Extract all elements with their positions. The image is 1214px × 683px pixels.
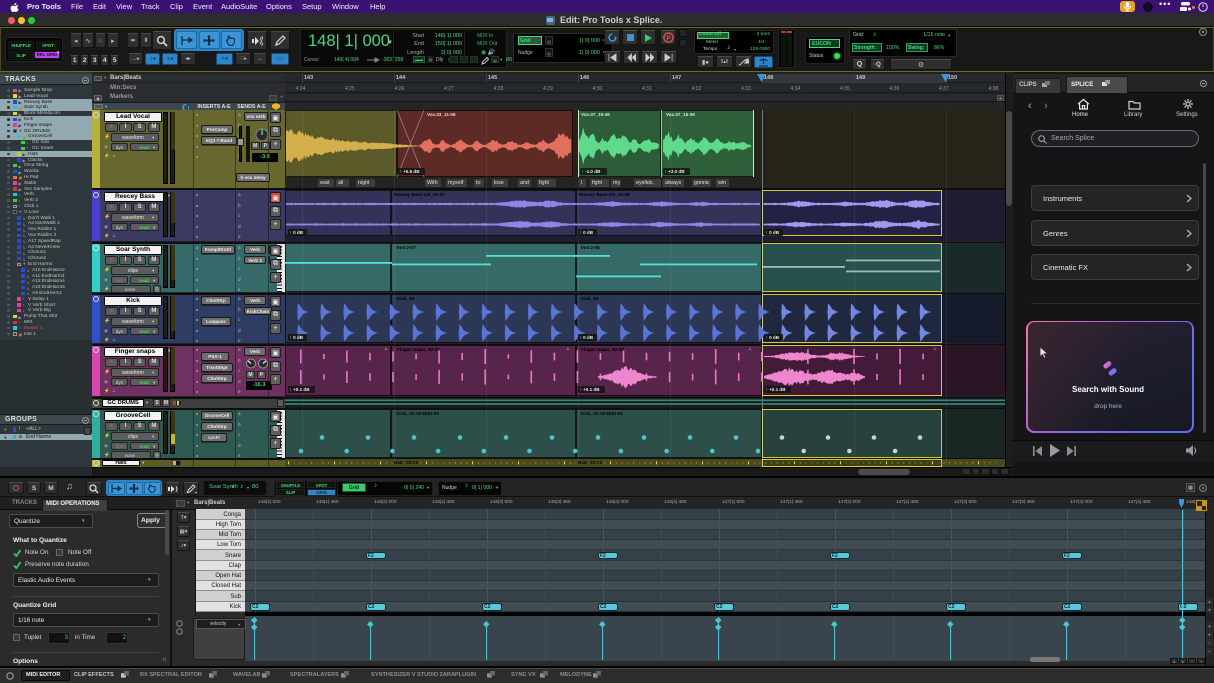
svg-text:P: P xyxy=(666,35,671,42)
